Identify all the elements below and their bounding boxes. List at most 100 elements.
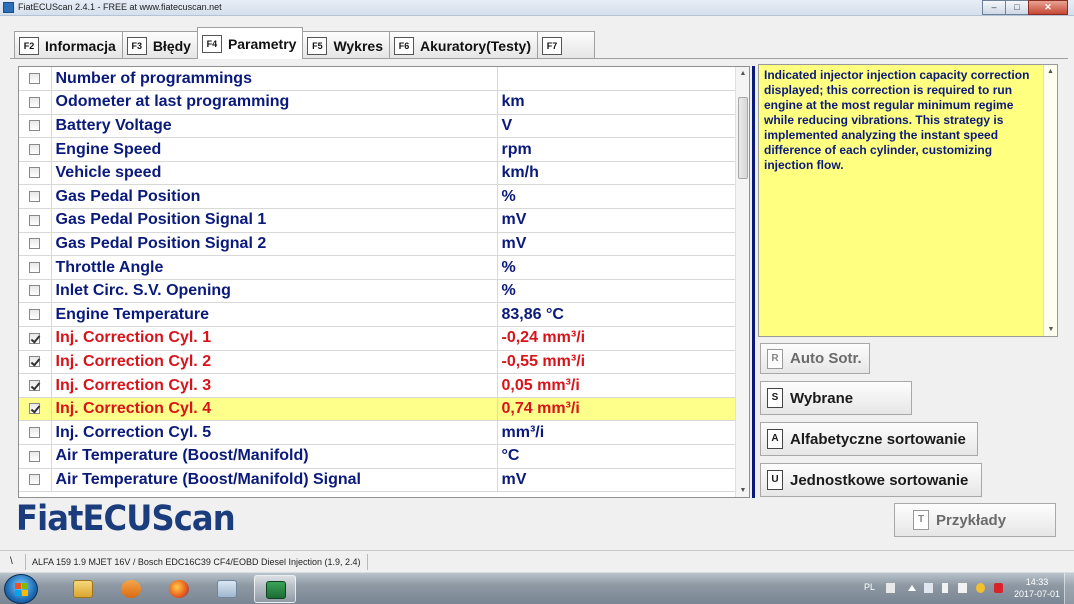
scroll-up-arrow-icon[interactable]: ▲ [736, 67, 749, 80]
row-checkbox[interactable] [29, 143, 41, 155]
row-checkbox[interactable] [29, 450, 41, 462]
parameter-value: -0,24 mm³/i [497, 326, 737, 351]
parameter-name: Inj. Correction Cyl. 4 [51, 397, 498, 422]
parameter-value: 83,86 °C [497, 302, 737, 328]
action-center-icon[interactable] [924, 583, 933, 593]
examples-button[interactable]: T Przykłady [894, 503, 1056, 537]
table-row[interactable]: Number of programmings [19, 67, 737, 92]
taskbar-fiatecuscan[interactable] [254, 575, 296, 603]
minimize-button[interactable]: – [982, 0, 1006, 15]
table-row[interactable]: Gas Pedal Position% [19, 184, 737, 210]
table-row[interactable]: Vehicle speed km/h [19, 161, 737, 186]
row-checkbox[interactable] [29, 332, 41, 344]
show-desktop-button[interactable] [1064, 573, 1074, 604]
taskbar-explorer[interactable] [62, 575, 104, 603]
table-row[interactable]: Inj. Correction Cyl. 3 0,05 mm³/i [19, 373, 737, 398]
security-shield-icon[interactable] [994, 583, 1003, 593]
tab-wykres[interactable]: F5 Wykres [302, 31, 390, 59]
language-indicator[interactable]: PL [864, 582, 875, 592]
tab-label: Parametry [227, 35, 297, 52]
parameter-scrollbar[interactable]: ▲ ▼ [735, 67, 749, 497]
keyboard-icon[interactable] [886, 583, 895, 593]
row-checkbox-cell [19, 161, 52, 186]
row-checkbox[interactable] [29, 474, 41, 486]
panel-divider[interactable] [752, 66, 755, 498]
tab-label: Akuratory(Testy) [420, 37, 531, 54]
parameter-list: Number of programmings Odometer at last p… [18, 66, 750, 498]
start-button[interactable] [4, 574, 38, 604]
row-checkbox[interactable] [29, 285, 41, 297]
parameter-name: Inj. Correction Cyl. 3 [51, 373, 498, 398]
show-hidden-icons-icon[interactable] [908, 585, 916, 591]
parameter-value: -0,55 mm³/i [497, 350, 737, 375]
clock[interactable]: 14:33 2017-07-01 [1014, 576, 1060, 600]
alphabetical-sort-button[interactable]: A Alfabetyczne sortowanie [760, 422, 978, 456]
row-checkbox[interactable] [29, 309, 41, 320]
close-button[interactable]: ✕ [1028, 0, 1068, 15]
parameter-value: V [497, 114, 737, 139]
table-row[interactable]: Engine Temperature 83,86 °C [19, 302, 737, 328]
row-checkbox[interactable] [29, 72, 41, 84]
fkey-badge: F3 [126, 36, 147, 55]
battery-icon[interactable] [942, 583, 948, 593]
row-checkbox[interactable] [29, 261, 41, 273]
row-checkbox-cell [19, 208, 52, 233]
table-row[interactable]: Gas Pedal Position Signal 2 mV [19, 232, 737, 257]
table-row[interactable]: Inlet Circ. S.V. Opening% [19, 279, 737, 304]
row-checkbox[interactable] [29, 379, 41, 391]
taskbar-media-player[interactable] [110, 575, 152, 603]
taskbar-paint[interactable] [206, 575, 248, 603]
auto-sort-button[interactable]: R Auto Sotr. [760, 343, 870, 374]
table-row[interactable]: Odometer at last programming km [19, 90, 737, 115]
row-checkbox[interactable] [29, 426, 41, 438]
table-row[interactable]: Air Temperature (Boost/Manifold) °C [19, 444, 737, 469]
tab-f7[interactable]: F7 [537, 31, 595, 59]
row-checkbox-cell [19, 67, 52, 92]
volume-icon[interactable] [958, 583, 967, 593]
row-checkbox[interactable] [29, 120, 41, 132]
tab-label: Informacja [45, 37, 116, 54]
maximize-button[interactable]: □ [1005, 0, 1029, 15]
taskbar-firefox[interactable] [158, 575, 200, 603]
row-checkbox[interactable] [29, 167, 41, 179]
tab-akuratory[interactable]: F6 Akuratory(Testy) [389, 31, 538, 59]
table-row[interactable]: Inj. Correction Cyl. 1 -0,24 mm³/i [19, 326, 737, 351]
tab-informacja[interactable]: F2 Informacja [14, 31, 123, 59]
table-row[interactable]: Engine Speed rpm [19, 137, 737, 162]
table-row[interactable]: Throttle Angle% [19, 255, 737, 280]
row-checkbox[interactable] [29, 214, 41, 226]
table-row[interactable]: Inj. Correction Cyl. 4 0,74 mm³/i [19, 397, 737, 422]
table-row[interactable]: Air Temperature (Boost/Manifold) Signal m… [19, 468, 737, 493]
parameter-value: 0,74 mm³/i [497, 397, 737, 422]
table-row[interactable]: Inj. Correction Cyl. 5 mm³/i [19, 420, 737, 445]
parameter-value: km/h [497, 161, 737, 186]
parameter-name: Battery Voltage [51, 114, 498, 139]
row-checkbox-cell [19, 397, 52, 422]
table-row[interactable]: Battery Voltage V [19, 114, 737, 139]
row-checkbox-cell [19, 232, 52, 257]
tab-label: Błędy [152, 37, 191, 54]
unit-sort-button[interactable]: U Jednostkowe sortowanie [760, 463, 982, 497]
vehicle-info: ALFA 159 1.9 MJET 16V / Bosch EDC16C39 C… [28, 554, 368, 570]
tab-parametry[interactable]: F4 Parametry [196, 27, 304, 59]
row-checkbox[interactable] [29, 191, 41, 203]
description-scrollbar[interactable]: ▲ ▼ [1043, 65, 1057, 336]
row-checkbox[interactable] [29, 96, 41, 108]
folder-icon [73, 580, 93, 598]
row-checkbox[interactable] [29, 356, 41, 368]
row-checkbox[interactable] [29, 403, 41, 415]
media-player-icon [121, 580, 141, 598]
description-panel: Indicated injector injection capacity co… [758, 64, 1058, 337]
scroll-thumb[interactable] [738, 97, 748, 179]
tab-bledy[interactable]: F3 Błędy [121, 31, 198, 59]
row-checkbox[interactable] [29, 238, 41, 250]
scroll-down-arrow-icon[interactable]: ▼ [1044, 323, 1058, 336]
key-badge: U [767, 470, 783, 490]
scroll-down-arrow-icon[interactable]: ▼ [736, 484, 749, 497]
firefox-icon [169, 580, 189, 598]
scroll-up-arrow-icon[interactable]: ▲ [1044, 65, 1057, 78]
selected-button[interactable]: S Wybrane [760, 381, 912, 415]
table-row[interactable]: Inj. Correction Cyl. 2 -0,55 mm³/i [19, 350, 737, 375]
network-icon[interactable] [976, 583, 985, 593]
table-row[interactable]: Gas Pedal Position Signal 1 mV [19, 208, 737, 233]
